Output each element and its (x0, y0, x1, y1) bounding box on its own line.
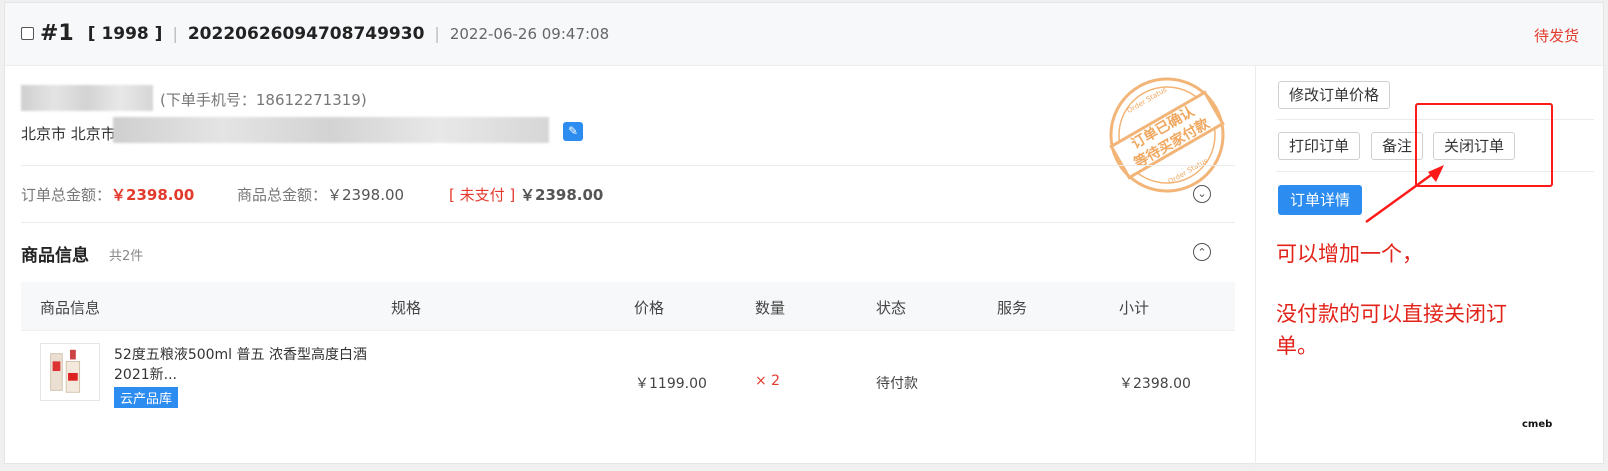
order-index: #1 (40, 21, 74, 46)
col-goods: 商品信息 (40, 299, 101, 317)
col-subtotal: 小计 (1119, 299, 1150, 317)
stamp-small-bottom: Order Status (1167, 157, 1210, 186)
order-actions-panel: 修改订单价格 打印订单 备注 关闭订单 订单详情 可以增加一个， 没付款的可以直… (1255, 65, 1605, 465)
product-status: 待付款 (876, 376, 918, 392)
product-price: ￥1199.00 (635, 376, 707, 392)
print-order-button[interactable]: 打印订单 (1278, 132, 1361, 160)
annotation-text-2: 没付款的可以直接关闭订 (1276, 302, 1507, 326)
customer-name-redacted (21, 85, 153, 111)
product-subtotal: ￥2398.00 (1119, 376, 1191, 392)
annotation-text-3: 单。 (1276, 334, 1318, 358)
chevron-down-icon[interactable]: ⌄ (1193, 185, 1211, 203)
col-qty: 数量 (755, 299, 786, 317)
customer-phone: (下单手机号：18612271319) (160, 91, 367, 109)
edit-address-icon[interactable]: ✎ (563, 122, 583, 141)
product-source-tag: 云产品库 (114, 387, 179, 408)
order-detail-button[interactable]: 订单详情 (1278, 185, 1363, 215)
order-header: #1 [ 1998 ] | 20220626094708749930 | 202… (5, 3, 1603, 66)
divider: | (172, 24, 178, 43)
address-redacted (113, 117, 549, 143)
divider (21, 222, 1235, 223)
col-service: 服务 (997, 299, 1028, 317)
goods-total: 商品总金额：￥2398.00 (237, 186, 405, 204)
order-card: #1 [ 1998 ] | 20220626094708749930 | 202… (4, 2, 1605, 465)
order-select-checkbox[interactable] (21, 27, 34, 40)
annotation-text-1: 可以增加一个， (1276, 242, 1423, 266)
brand-logo: cmeb (1522, 419, 1553, 430)
unpaid-amount: [ 未支付 ] ￥2398.00 (449, 186, 604, 204)
product-thumbnail[interactable] (40, 343, 100, 401)
table-row: 52度五粮液500ml 普五 浓香型高度白酒 2021新... 云产品库 ￥11… (21, 330, 1235, 426)
col-price: 价格 (634, 299, 665, 317)
product-qty: × 2 (755, 373, 781, 389)
divider (21, 165, 1235, 166)
order-status: 待发货 (1533, 27, 1579, 45)
order-confirmed-stamp: 订单已确认 等待买家付款 Order Status Order Status (1109, 77, 1225, 193)
col-spec: 规格 (391, 299, 422, 317)
product-name[interactable]: 52度五粮液500ml 普五 浓香型高度白酒 2021新... (114, 345, 374, 385)
order-datetime: 2022-06-26 09:47:08 (449, 24, 610, 43)
order-number: 20220626094708749930 (187, 23, 425, 44)
order-main: (下单手机号：18612271319) 北京市 北京市 ✎ 订单已确认 等待买家… (5, 65, 1255, 465)
goods-count: 共2件 (109, 249, 144, 264)
customer-address: 北京市 北京市 (21, 125, 116, 143)
divider: | (434, 24, 440, 43)
modify-price-button[interactable]: 修改订单价格 (1278, 81, 1391, 109)
goods-table-header: 商品信息 规格 价格 数量 状态 服务 小计 (21, 282, 1235, 330)
col-status: 状态 (876, 299, 907, 317)
order-total: 订单总金额：￥2398.00 (21, 186, 195, 204)
goods-section-title: 商品信息 (21, 246, 89, 266)
order-year: [ 1998 ] (87, 23, 163, 44)
chevron-up-icon[interactable]: ⌃ (1193, 243, 1211, 261)
